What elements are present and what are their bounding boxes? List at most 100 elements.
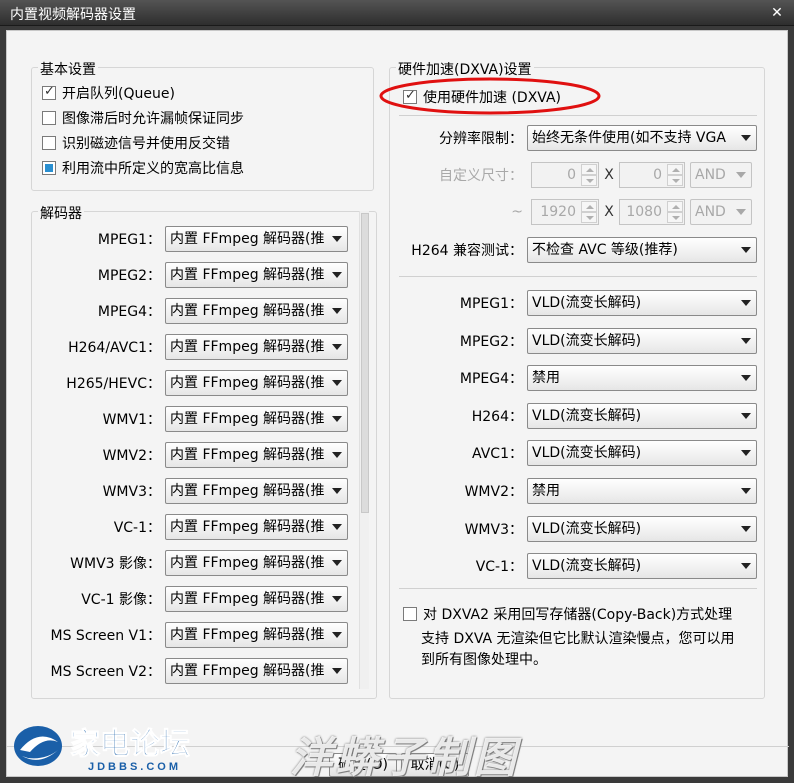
decoder-row: MPEG2： 内置 FFmpeg 解码器(推 [37, 262, 348, 288]
decoder-label: WMV3： [102, 484, 161, 500]
hw-codec-select[interactable]: VLD(流变长解码) [527, 515, 757, 542]
hw-codec-row: WMV3： VLD(流变长解码) [399, 515, 757, 542]
basic-option-label: 利用流中所定义的宽高比信息 [62, 161, 244, 177]
decoder-row: MS Screen V2： 内置 FFmpeg 解码器(推 [37, 658, 348, 684]
decoder-label: H265/HEVC： [66, 376, 161, 392]
basic-option[interactable]: 识别磁迹信号并使用反交错 [42, 133, 230, 153]
h264-test-select[interactable]: 不检查 AVC 等级(推荐) [527, 237, 757, 263]
watermark-text: 洋蟒子制图 [290, 733, 521, 782]
hw-accel-title: 硬件加速(DXVA)设置 [396, 59, 534, 79]
hw-enable-checkbox[interactable] [403, 88, 417, 104]
chevron-down-icon [741, 247, 751, 253]
decoder-row: VC-1： 内置 FFmpeg 解码器(推 [37, 514, 348, 540]
custom-size-label: 自定义尺寸： [439, 168, 523, 184]
hw-codec-label: AVC1： [472, 446, 523, 463]
basic-option-checkbox[interactable] [42, 161, 56, 175]
decoder-row: MPEG1： 内置 FFmpeg 解码器(推 [37, 226, 348, 252]
decoder-select[interactable]: 内置 FFmpeg 解码器(推 [165, 226, 348, 252]
basic-option[interactable]: 利用流中所定义的宽高比信息 [42, 158, 244, 178]
close-icon[interactable]: ✕ [768, 4, 786, 22]
min-op-select[interactable]: AND [690, 162, 752, 188]
decoder-row: H265/HEVC： 内置 FFmpeg 解码器(推 [37, 370, 348, 396]
max-op-select[interactable]: AND [690, 199, 752, 225]
decoder-select[interactable]: 内置 FFmpeg 解码器(推 [165, 298, 348, 324]
hw-codec-label: MPEG2： [459, 333, 523, 350]
resolution-limit-row: 分辨率限制： 始终无条件使用(如不支持 VGA [399, 125, 757, 151]
jdbbs-logo: 家电论坛 JDBBS.COM [14, 726, 191, 773]
copyback-label: 对 DXVA2 采用回写存储器(Copy-Back)方式处理 [423, 607, 733, 623]
hw-codec-select[interactable]: VLD(流变长解码) [527, 402, 757, 429]
svg-text:JDBBS.COM: JDBBS.COM [88, 761, 181, 773]
decoder-select[interactable]: 内置 FFmpeg 解码器(推 [165, 334, 348, 360]
decoder-select[interactable]: 内置 FFmpeg 解码器(推 [165, 658, 348, 684]
max-width-spinner[interactable]: 1920 [531, 199, 599, 225]
custom-size-row: 自定义尺寸： 0 X 0 AND [399, 162, 752, 188]
chevron-down-icon [332, 416, 342, 422]
decoder-select[interactable]: 内置 FFmpeg 解码器(推 [165, 514, 348, 540]
size-separator: X [604, 204, 614, 220]
resolution-limit-select[interactable]: 始终无条件使用(如不支持 VGA [527, 125, 757, 151]
decoder-row: H264/AVC1： 内置 FFmpeg 解码器(推 [37, 334, 348, 360]
decoder-group-title: 解码器 [38, 203, 84, 223]
chevron-down-icon [736, 172, 746, 178]
decoder-select[interactable]: 内置 FFmpeg 解码器(推 [165, 262, 348, 288]
decoder-select[interactable]: 内置 FFmpeg 解码器(推 [165, 442, 348, 468]
decoder-scrollbar[interactable] [359, 211, 369, 689]
decoder-row: MS Screen V1： 内置 FFmpeg 解码器(推 [37, 622, 348, 648]
decoder-label: WMV1： [102, 412, 161, 428]
basic-option-checkbox[interactable] [42, 136, 56, 150]
decoder-label: MS Screen V2： [50, 664, 161, 680]
hw-codec-row: VC-1： VLD(流变长解码) [399, 553, 757, 580]
hw-codec-label: MPEG4： [459, 371, 523, 388]
decoder-select[interactable]: 内置 FFmpeg 解码器(推 [165, 550, 348, 576]
decoder-select[interactable]: 内置 FFmpeg 解码器(推 [165, 622, 348, 648]
scrollbar-thumb[interactable] [361, 213, 369, 513]
decoder-row: VC-1 影像： 内置 FFmpeg 解码器(推 [37, 586, 348, 612]
hw-codec-row: MPEG2： VLD(流变长解码) [399, 327, 757, 354]
decoder-select[interactable]: 内置 FFmpeg 解码器(推 [165, 406, 348, 432]
decoder-label: MPEG1： [97, 232, 161, 248]
h264-test-row: H264 兼容测试： 不检查 AVC 等级(推荐) [399, 237, 757, 263]
chevron-down-icon [741, 525, 751, 532]
copyback-checkbox[interactable] [403, 607, 417, 621]
hw-codec-row: AVC1： VLD(流变长解码) [399, 440, 757, 467]
hw-codec-select[interactable]: VLD(流变长解码) [527, 327, 757, 354]
basic-option-checkbox[interactable] [42, 84, 56, 100]
chevron-down-icon [741, 412, 751, 419]
h264-test-label: H264 兼容测试： [411, 243, 523, 259]
basic-option-label: 图像滞后时允许漏帧保证同步 [62, 111, 244, 127]
chevron-down-icon [741, 135, 751, 141]
chevron-down-icon [741, 488, 751, 494]
hw-codec-select[interactable]: VLD(流变长解码) [527, 290, 757, 316]
hw-codec-select[interactable]: VLD(流变长解码) [527, 440, 757, 467]
decoder-select[interactable]: 内置 FFmpeg 解码器(推 [165, 370, 348, 396]
max-size-row: ~ 1920 X 1080 AND [399, 199, 752, 225]
hw-codec-select[interactable]: 禁用 [527, 478, 757, 504]
decoder-label: WMV2： [102, 448, 161, 464]
hw-codec-select[interactable]: VLD(流变长解码) [527, 553, 757, 580]
hw-codec-label: MPEG1： [459, 296, 523, 312]
chevron-down-icon [332, 632, 342, 638]
chevron-down-icon [332, 596, 342, 602]
chevron-down-icon [332, 452, 342, 458]
tilde-label: ~ [511, 204, 523, 220]
copyback-note: 支持 DXVA 无渲染但它比默认渲染慢点，您可以用 到所有图像处理中。 [421, 631, 735, 668]
hw-enable-checkbox-row[interactable]: 使用硬件加速 (DXVA) [403, 87, 561, 107]
decoder-select[interactable]: 内置 FFmpeg 解码器(推 [165, 478, 348, 504]
chevron-down-icon [741, 375, 751, 382]
hw-codec-select[interactable]: 禁用 [527, 365, 757, 392]
chevron-down-icon [741, 563, 751, 570]
max-height-spinner[interactable]: 1080 [619, 199, 685, 225]
min-width-spinner[interactable]: 0 [531, 162, 599, 188]
decoder-row: MPEG4： 内置 FFmpeg 解码器(推 [37, 298, 348, 324]
basic-option[interactable]: 图像滞后时允许漏帧保证同步 [42, 108, 244, 128]
decoder-row: WMV2： 内置 FFmpeg 解码器(推 [37, 442, 348, 468]
copyback-checkbox-row[interactable]: 对 DXVA2 采用回写存储器(Copy-Back)方式处理 [403, 604, 732, 624]
basic-option[interactable]: 开启队列(Queue) [42, 83, 175, 103]
basic-option-checkbox[interactable] [42, 111, 56, 125]
divider [399, 588, 757, 589]
hw-codec-label: WMV2： [464, 484, 523, 500]
hw-codec-row: MPEG1： VLD(流变长解码) [399, 290, 757, 316]
decoder-select[interactable]: 内置 FFmpeg 解码器(推 [165, 586, 348, 612]
min-height-spinner[interactable]: 0 [619, 162, 685, 188]
